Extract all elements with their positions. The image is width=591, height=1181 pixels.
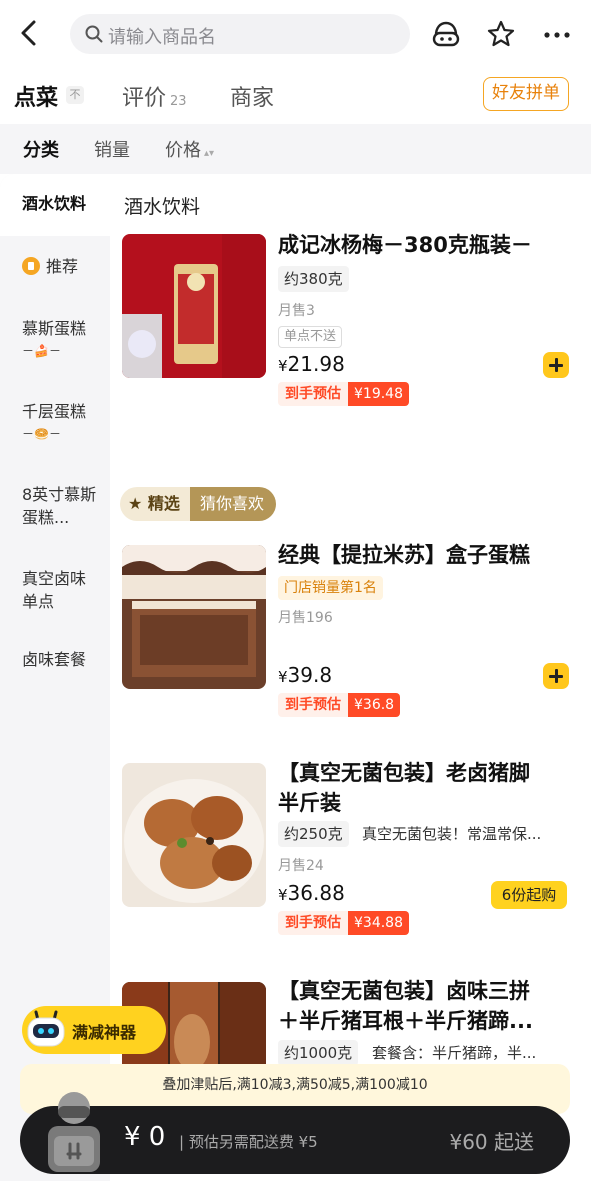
estimated-price-badge: 到手预估 ¥34.88	[278, 911, 409, 935]
sidebar-item-8inch-mousse[interactable]: 8英寸慕斯蛋糕...	[22, 483, 100, 529]
product-price: ¥21.98	[278, 352, 345, 376]
add-to-cart-button[interactable]	[543, 352, 569, 378]
tab-reviews[interactable]: 评价 23	[122, 80, 187, 112]
add-to-cart-button[interactable]	[543, 663, 569, 689]
cart-mascot-icon[interactable]	[40, 1088, 108, 1178]
price-value: 36.88	[287, 881, 345, 905]
cake-emoji-icon: －🍰－	[22, 344, 61, 358]
estimated-label: 到手预估	[278, 911, 348, 935]
search-placeholder: 请输入商品名	[108, 27, 216, 48]
filter-sales[interactable]: 销量	[94, 136, 130, 162]
cart-total: ¥ 0	[124, 1122, 166, 1152]
store-sales-rank-badge: 门店销量第1名	[278, 576, 383, 600]
search-icon	[85, 25, 103, 43]
product-name-line1[interactable]: 【真空无菌包装】卤味三拼	[278, 976, 568, 1006]
bagel-emoji-icon: －🥯－	[22, 427, 61, 441]
tab-order[interactable]: 点菜	[14, 80, 58, 112]
product-name-line1[interactable]: 【真空无菌包装】老卤猪脚	[278, 758, 568, 788]
estimated-price-badge: 到手预估 ¥19.48	[278, 382, 409, 406]
product-spec: 约380克	[278, 266, 349, 292]
featured-label: ★ 精选	[120, 487, 190, 521]
review-count: 23	[170, 94, 187, 109]
top-bar: 请输入商品名	[0, 0, 591, 68]
customer-service-icon[interactable]	[430, 18, 462, 50]
no-delivery-alone-badge: 单点不送	[278, 326, 343, 348]
sidebar-item-braised-set[interactable]: 卤味套餐	[22, 648, 100, 671]
sort-arrows-icon: ▴▾	[204, 148, 215, 159]
sidebar-item-drinks[interactable]: 酒水饮料	[22, 192, 100, 215]
tab-merchant[interactable]: 商家	[230, 80, 274, 112]
price-value: 21.98	[287, 352, 345, 376]
estimated-price-badge: 到手预估 ¥36.8	[278, 693, 401, 717]
sidebar-item-recommended[interactable]: 推荐	[22, 255, 100, 278]
product-image-pork-trotter[interactable]	[122, 763, 266, 907]
product-description: 套餐含：半斤猪蹄，半...	[372, 1044, 537, 1062]
sidebar-item-layer-cake-label: 千层蛋糕	[22, 402, 87, 421]
more-options-icon[interactable]	[541, 18, 573, 50]
filter-bar: 分类 销量 价格 ▴▾	[0, 124, 591, 174]
monthly-sales: 月售24	[278, 858, 324, 874]
product-description: 真空无菌包装！常温常保...	[362, 825, 542, 843]
recommend-icon	[22, 257, 40, 275]
delivery-fee-text: | 预估另需配送费 ¥5	[179, 1133, 318, 1151]
minimum-purchase-button[interactable]: 6份起购	[491, 881, 567, 909]
product-spec: 约1000克	[278, 1040, 359, 1066]
product-name[interactable]: 经典【提拉米苏】盒子蛋糕	[278, 540, 568, 570]
estimated-value: ¥36.8	[348, 693, 401, 717]
sidebar-item-layer-cake[interactable]: 千层蛋糕 －🥯－	[22, 400, 100, 446]
product-name[interactable]: 成记冰杨梅－380克瓶装－	[278, 230, 568, 260]
tab-order-label: 点菜	[14, 86, 59, 111]
sidebar-item-mousse-cake-label: 慕斯蛋糕	[22, 319, 87, 338]
pin-icon: 不	[66, 86, 84, 104]
guess-you-like-label: 猜你喜欢	[189, 487, 276, 521]
estimated-value: ¥34.88	[348, 911, 409, 935]
bayberry-drink-image	[122, 234, 266, 378]
robot-mascot-icon	[27, 1010, 65, 1047]
product-spec: 约250克	[278, 821, 349, 847]
pork-trotter-image	[122, 763, 266, 907]
product-name-line2[interactable]: ＋半斤猪耳根＋半斤猪蹄...	[278, 1006, 568, 1036]
minimum-order-text: ¥60 起送	[449, 1130, 534, 1154]
estimated-value: ¥19.48	[348, 382, 409, 406]
back-arrow-icon[interactable]	[14, 16, 44, 50]
filter-price[interactable]: 价格 ▴▾	[165, 136, 214, 162]
product-name-line2[interactable]: 半斤装	[278, 788, 568, 818]
sidebar-item-vacuum-braised[interactable]: 真空卤味单点	[22, 567, 100, 613]
product-price: ¥39.8	[278, 663, 332, 687]
estimated-label: 到手预估	[278, 693, 348, 717]
tab-merchant-label: 商家	[230, 86, 275, 111]
sidebar-item-mousse-cake[interactable]: 慕斯蛋糕 －🍰－	[22, 317, 100, 363]
section-title: 酒水饮料	[124, 196, 201, 218]
favorite-star-icon[interactable]	[485, 18, 517, 50]
discount-helper-label: 满减神器	[72, 1023, 137, 1042]
friend-group-order-button[interactable]: 好友拼单	[483, 77, 569, 111]
monthly-sales: 月售3	[278, 303, 315, 319]
currency-symbol: ¥	[278, 668, 288, 686]
currency-symbol: ¥	[278, 357, 288, 375]
currency-symbol: ¥	[278, 886, 288, 904]
price-value: 39.8	[287, 663, 333, 687]
tiramisu-image	[122, 545, 266, 689]
estimated-label: 到手预估	[278, 382, 348, 406]
monthly-sales: 月售196	[278, 610, 333, 626]
search-input[interactable]: 请输入商品名	[70, 14, 410, 54]
tab-bar: 点菜 不 评价 23 商家 好友拼单	[0, 68, 591, 124]
guess-you-like-badge: ★ 精选 猜你喜欢	[120, 487, 276, 521]
filter-category[interactable]: 分类	[23, 136, 59, 162]
product-image-tiramisu[interactable]	[122, 545, 266, 689]
product-price: ¥36.88	[278, 881, 345, 905]
product-image-bayberry[interactable]	[122, 234, 266, 378]
filter-price-label: 价格	[165, 140, 201, 161]
tab-reviews-label: 评价	[122, 86, 167, 111]
sidebar-item-recommended-label: 推荐	[46, 257, 79, 276]
